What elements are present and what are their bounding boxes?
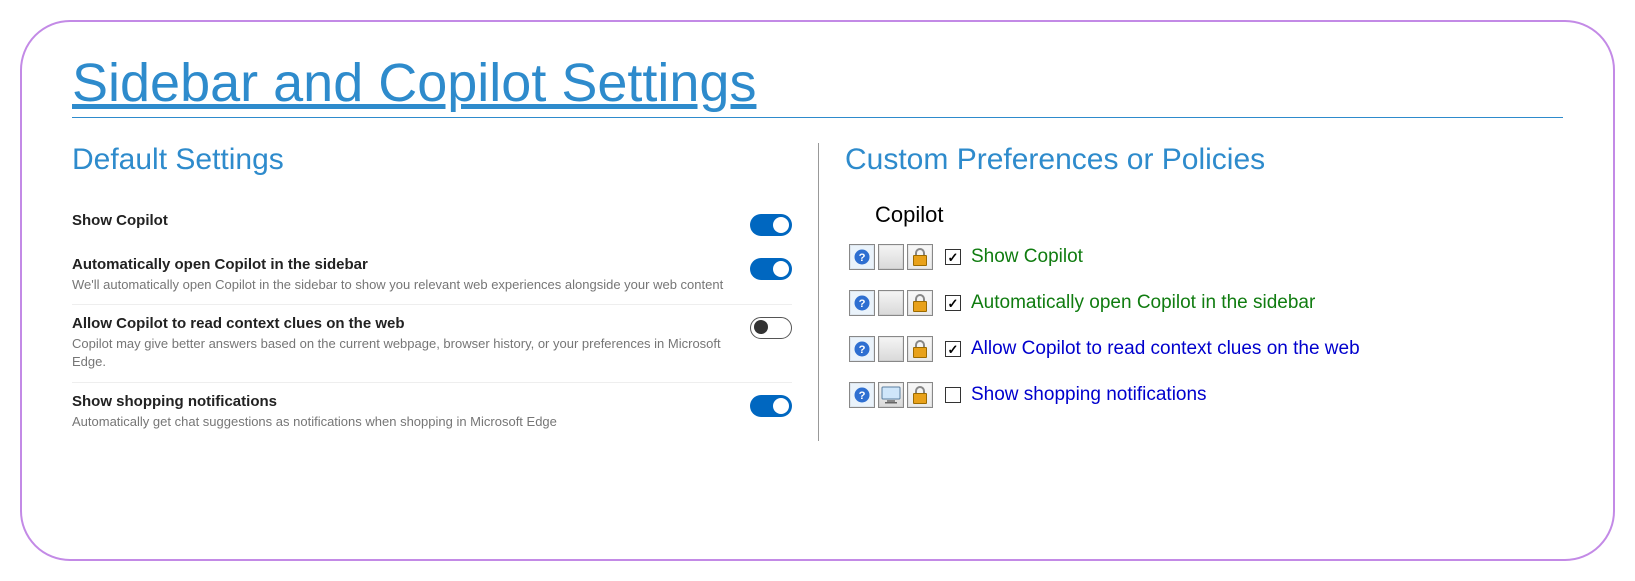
policy-label: Automatically open Copilot in the sideba… [971,292,1315,314]
computer-icon[interactable] [878,382,904,408]
toggle-show-copilot[interactable] [750,214,792,236]
setting-desc: Automatically get chat suggestions as no… [72,413,730,431]
lock-icon[interactable] [907,382,933,408]
lock-icon[interactable] [907,290,933,316]
columns: Default Settings Show Copilot Automatica… [72,143,1563,441]
policy-show-copilot: ? Show Copilot [845,234,1563,280]
setting-context-clues: Allow Copilot to read context clues on t… [72,305,792,382]
setting-label: Show shopping notifications [72,393,730,410]
policy-checkbox[interactable] [945,295,961,311]
policy-context-clues: ? Allow Copilot to read context clues on… [845,326,1563,372]
setting-shopping-notifications: Show shopping notifications Automaticall… [72,383,792,441]
setting-label: Show Copilot [72,212,730,229]
settings-frame: Sidebar and Copilot Settings Default Set… [20,20,1615,561]
policy-group-header: Copilot [875,202,1563,228]
policy-auto-open-copilot: ? Automatically open Copilot in the side… [845,280,1563,326]
status-icon[interactable] [878,336,904,362]
svg-text:?: ? [859,390,866,402]
svg-text:?: ? [859,298,866,310]
policy-checkbox[interactable] [945,341,961,357]
help-icon[interactable]: ? [849,244,875,270]
help-icon[interactable]: ? [849,336,875,362]
policy-label: Show Copilot [971,246,1083,268]
policy-checkbox[interactable] [945,249,961,265]
default-settings-column: Default Settings Show Copilot Automatica… [72,143,792,441]
column-divider [818,143,819,441]
svg-text:?: ? [859,344,866,356]
lock-icon[interactable] [907,244,933,270]
help-icon[interactable]: ? [849,290,875,316]
page-title: Sidebar and Copilot Settings [72,52,1563,118]
lock-icon[interactable] [907,336,933,362]
svg-text:?: ? [859,252,866,264]
policy-shopping-notifications: ? Show shopping notifications [845,372,1563,418]
setting-auto-open-copilot: Automatically open Copilot in the sideba… [72,246,792,305]
policy-label: Show shopping notifications [971,384,1207,406]
setting-desc: We'll automatically open Copilot in the … [72,276,730,294]
toggle-auto-open-copilot[interactable] [750,258,792,280]
help-icon[interactable]: ? [849,382,875,408]
toggle-shopping-notifications[interactable] [750,395,792,417]
custom-policies-column: Custom Preferences or Policies Copilot ?… [845,143,1563,441]
setting-show-copilot: Show Copilot [72,202,792,246]
policy-label: Allow Copilot to read context clues on t… [971,338,1360,360]
status-icon[interactable] [878,290,904,316]
policy-checkbox[interactable] [945,387,961,403]
custom-policies-heading: Custom Preferences or Policies [845,143,1563,177]
setting-label: Allow Copilot to read context clues on t… [72,315,730,332]
setting-desc: Copilot may give better answers based on… [72,335,730,371]
default-settings-heading: Default Settings [72,143,792,177]
setting-label: Automatically open Copilot in the sideba… [72,256,730,273]
toggle-context-clues[interactable] [750,317,792,339]
status-icon[interactable] [878,244,904,270]
